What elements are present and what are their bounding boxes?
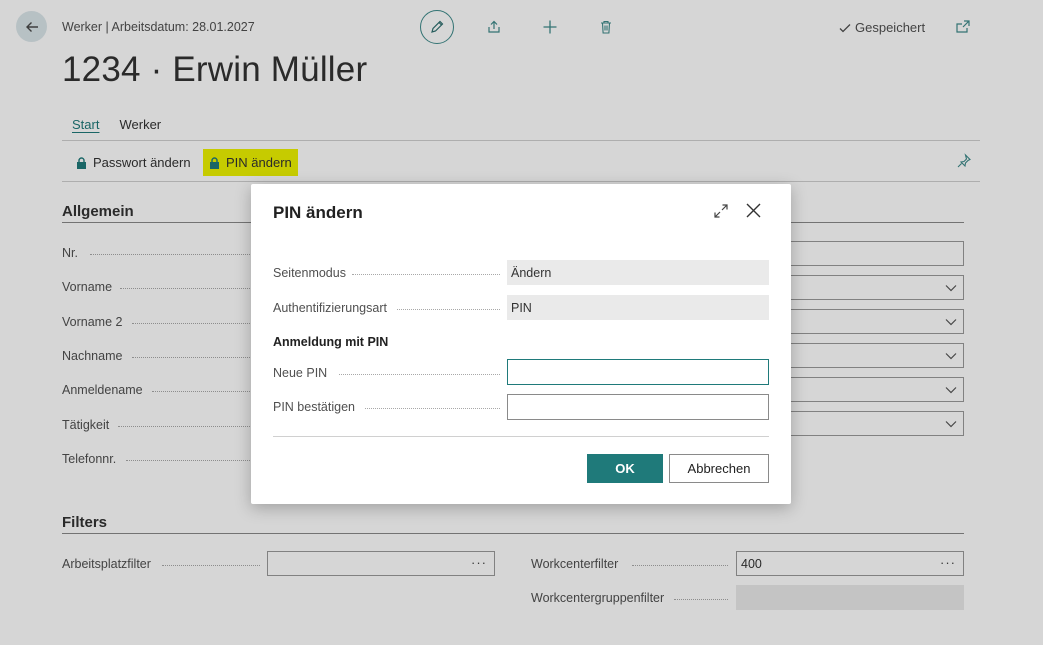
dialog-divider: [273, 436, 769, 437]
authentifizierungsart-value: PIN: [507, 295, 769, 320]
seitenmodus-label: Seitenmodus: [273, 266, 346, 280]
close-icon: [746, 203, 761, 218]
ok-button[interactable]: OK: [587, 454, 663, 483]
confirm-pin-input[interactable]: [507, 394, 769, 420]
expand-dialog-button[interactable]: [713, 203, 729, 224]
dialog-title: PIN ändern: [273, 203, 363, 222]
leader-dots: [397, 309, 500, 310]
confirm-pin-label: PIN bestätigen: [273, 400, 355, 414]
close-dialog-button[interactable]: [745, 202, 762, 224]
cancel-button[interactable]: Abbrechen: [669, 454, 769, 483]
seitenmodus-value: Ändern: [507, 260, 769, 285]
anmeldung-mit-pin-heading: Anmeldung mit PIN: [273, 335, 389, 349]
leader-dots: [352, 274, 500, 275]
expand-icon: [714, 204, 728, 218]
new-pin-input[interactable]: [507, 359, 769, 385]
leader-dots: [339, 374, 500, 375]
change-pin-dialog: PIN ändern Seitenmodus Ändern Authentifi…: [251, 184, 791, 504]
leader-dots: [365, 408, 500, 409]
new-pin-label: Neue PIN: [273, 366, 328, 380]
authentifizierungsart-label: Authentifizierungsart: [273, 301, 387, 315]
